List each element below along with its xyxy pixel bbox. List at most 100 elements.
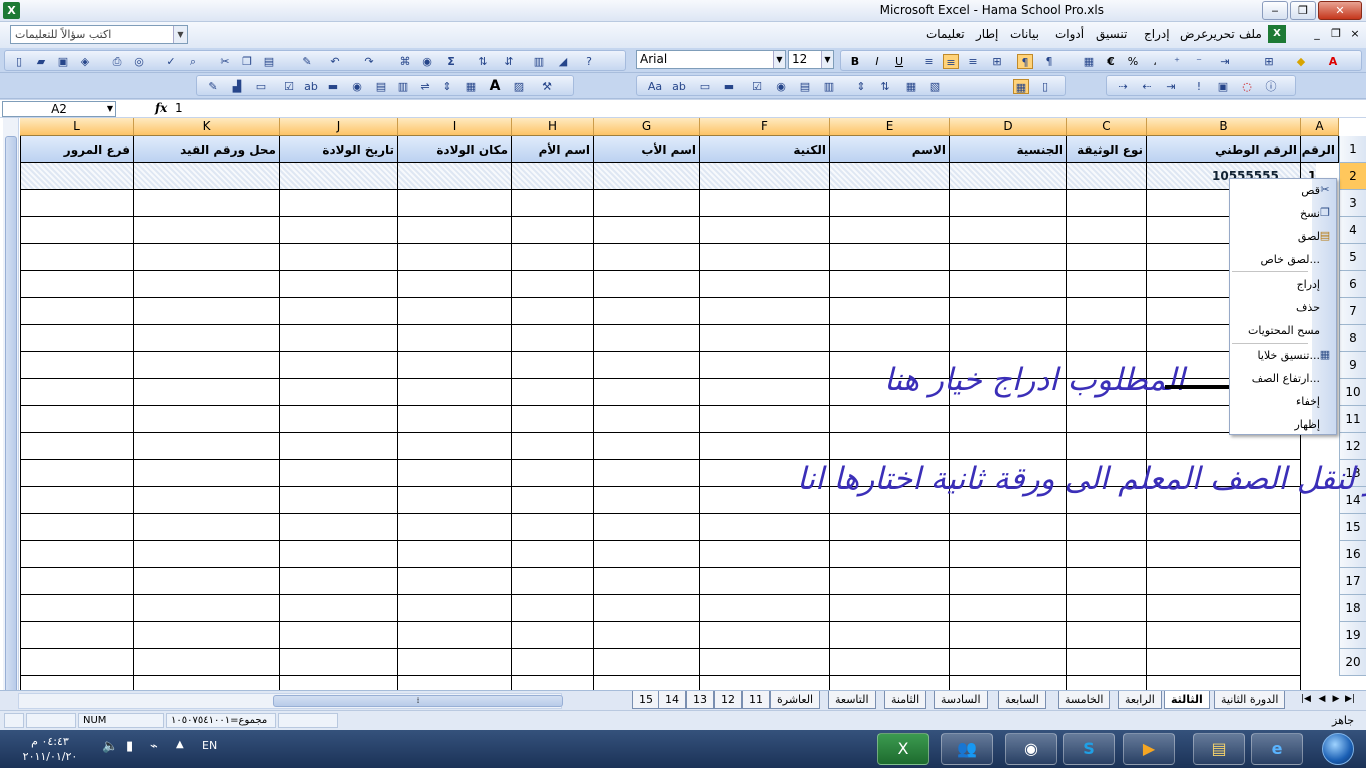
combo-box-icon[interactable]: ▥ [395, 79, 411, 94]
permission-icon[interactable]: ◈ [77, 54, 93, 69]
menu-tools[interactable]: أدوات [1055, 27, 1084, 41]
borders-icon[interactable]: ⊞ [1261, 54, 1277, 69]
sort-ascending-icon[interactable]: ⇅ [475, 54, 491, 69]
formula-input[interactable]: 1 [175, 101, 183, 115]
spin-control-icon[interactable]: ⇅ [877, 79, 893, 94]
decrease-decimal-icon[interactable]: ⁻ [1191, 54, 1207, 69]
sheet-tab-11[interactable]: 11 [742, 691, 770, 709]
explorer-taskbar-button[interactable]: ▤ [1193, 733, 1245, 765]
chevron-down-icon[interactable]: ▼ [173, 26, 187, 43]
sort-descending-icon[interactable]: ⇵ [501, 54, 517, 69]
context-paste[interactable]: لصق [1298, 230, 1320, 243]
sheet-tab-12[interactable]: 12 [714, 691, 742, 709]
column-header-b[interactable]: B [1147, 118, 1301, 136]
doc-close-button[interactable]: × [1347, 26, 1363, 42]
column-header-g[interactable]: G [594, 118, 700, 136]
chevron-down-icon[interactable]: ▼ [773, 51, 785, 68]
checkbox-icon[interactable]: ☑ [281, 79, 297, 94]
checkbox-control-icon[interactable]: ☑ [749, 79, 765, 94]
row-header-1[interactable]: 1 [1339, 136, 1366, 163]
tab-last-icon[interactable]: ▶| [1344, 694, 1356, 704]
align-center-icon[interactable]: ≡ [943, 54, 959, 69]
close-button[interactable]: ✕ [1318, 1, 1362, 20]
header-cell-first-name[interactable]: الاسم [830, 136, 950, 163]
header-cell-nationality[interactable]: الجنسية [950, 136, 1067, 163]
sheet-tab-tenth[interactable]: العاشرة [770, 691, 821, 709]
font-size-select[interactable]: 12 ▼ [788, 50, 834, 69]
save-icon[interactable]: ▣ [55, 54, 71, 69]
row-header-16[interactable]: 16 [1339, 541, 1366, 568]
align-right-icon[interactable]: ≡ [921, 54, 937, 69]
row-header-9[interactable]: 9 [1339, 352, 1366, 379]
menu-data[interactable]: بيانات [1010, 27, 1039, 41]
sheet-tab-seventh[interactable]: السابعة [998, 691, 1046, 709]
chart-icon[interactable]: ▟ [229, 79, 245, 94]
menu-view[interactable]: عرض [1180, 27, 1208, 41]
label-icon[interactable]: ab [303, 79, 319, 94]
windows-logo-icon[interactable] [1322, 733, 1354, 765]
combobox-control-icon[interactable]: ▥ [821, 79, 837, 94]
drawing-icon[interactable]: ◢ [555, 54, 571, 69]
header-cell-birth-place[interactable]: مكان الولادة [398, 136, 512, 163]
column-header-j[interactable]: J [280, 118, 398, 136]
sheet-tab-15[interactable]: 15 [632, 691, 660, 709]
remove-arrows-icon[interactable]: ⇥ [1163, 79, 1179, 94]
header-cell-birth-date[interactable]: تاريخ الولادة [280, 136, 398, 163]
circle-invalid-icon[interactable]: ◌ [1239, 79, 1255, 94]
sheet-tab-14[interactable]: 14 [658, 691, 686, 709]
menu-help[interactable]: تعليمات [926, 27, 965, 41]
row-header-6[interactable]: 6 [1339, 271, 1366, 298]
horizontal-scroll-thumb[interactable]: ⁞ [273, 695, 563, 707]
header-cell-national-id[interactable]: الرقم الوطني [1147, 136, 1301, 163]
chevron-down-icon[interactable]: ▼ [107, 102, 113, 116]
column-header-h[interactable]: H [512, 118, 594, 136]
context-delete[interactable]: حذف [1296, 301, 1320, 314]
sheet-tab-sixth[interactable]: السادسة [934, 691, 988, 709]
header-cell-surname[interactable]: الكنية [700, 136, 830, 163]
indent-icon[interactable]: ⇥ [1217, 54, 1233, 69]
sheet-tab-fourth[interactable]: الرابعة [1118, 691, 1162, 709]
network-globe-taskbar-button[interactable]: ◉ [1005, 733, 1057, 765]
textbox-icon[interactable]: ▬ [325, 79, 341, 94]
increase-decimal-icon[interactable]: ⁺ [1169, 54, 1185, 69]
sheet-tab-second-session[interactable]: الدورة الثانية [1214, 691, 1286, 709]
trace-precedents-icon[interactable]: ⇢ [1115, 79, 1131, 94]
doc-minimize-button[interactable]: _ [1309, 26, 1325, 42]
fill-color-icon[interactable]: ◆ [1293, 54, 1309, 69]
header-cell-document-type[interactable]: نوع الوثيقة [1067, 136, 1147, 163]
toggle-grid-icon[interactable]: ▦ [1013, 79, 1029, 94]
list-box-icon[interactable]: ▤ [373, 79, 389, 94]
align-left-icon[interactable]: ≡ [965, 54, 981, 69]
redo-icon[interactable]: ↷ [361, 54, 377, 69]
textbox-control-icon[interactable]: ab [671, 79, 687, 94]
context-hide[interactable]: إخفاء [1296, 395, 1320, 408]
italic-button[interactable]: I [869, 54, 885, 69]
tab-prev-icon[interactable]: ◀ [1316, 694, 1328, 704]
autosum-icon[interactable]: Σ [443, 54, 459, 69]
globe-icon[interactable]: ◉ [419, 54, 435, 69]
ltr-direction-icon[interactable]: ¶ [1041, 54, 1057, 69]
column-header-a[interactable]: A [1301, 118, 1339, 136]
merge-center-icon[interactable]: ⊞ [989, 54, 1005, 69]
tab-next-icon[interactable]: ▶ [1330, 694, 1342, 704]
info-icon[interactable]: ⓘ [1263, 79, 1279, 94]
copy-icon[interactable]: ❐ [239, 54, 255, 69]
chevron-down-icon[interactable]: ▼ [821, 51, 833, 68]
row-header-18[interactable]: 18 [1339, 595, 1366, 622]
column-header-k[interactable]: K [134, 118, 280, 136]
doc-restore-button[interactable]: ❐ [1328, 26, 1344, 42]
button-control-icon[interactable]: ▬ [721, 79, 737, 94]
research-icon[interactable]: ⌕ [185, 54, 201, 69]
column-header-d[interactable]: D [950, 118, 1067, 136]
skype-taskbar-button[interactable]: S [1063, 733, 1115, 765]
row-header-10[interactable]: 10 [1339, 379, 1366, 406]
rtl-direction-icon[interactable]: ¶ [1017, 54, 1033, 69]
row-header-12[interactable]: 12 [1339, 433, 1366, 460]
column-header-f[interactable]: F [700, 118, 830, 136]
run-dialog-icon[interactable]: ▯ [1037, 79, 1053, 94]
edit-box-icon[interactable]: ▭ [253, 79, 269, 94]
trace-dependents-icon[interactable]: ⇠ [1139, 79, 1155, 94]
context-clear-contents[interactable]: مسح المحتويات [1248, 324, 1320, 337]
option-control-icon[interactable]: ◉ [773, 79, 789, 94]
context-paste-special[interactable]: لصق خاص... [1260, 253, 1320, 266]
